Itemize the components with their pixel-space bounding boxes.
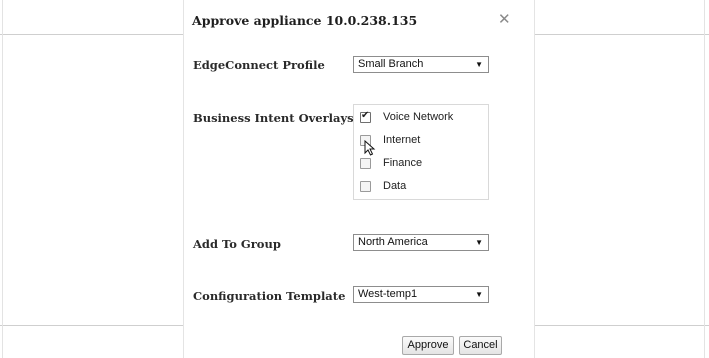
profile-label: EdgeConnect Profile bbox=[193, 58, 325, 72]
overlay-option-label: Finance bbox=[383, 157, 423, 169]
frame-right-edge bbox=[704, 0, 705, 358]
group-select[interactable]: North America ▼ bbox=[353, 234, 489, 251]
checkbox-icon[interactable] bbox=[360, 158, 371, 169]
template-select[interactable]: West-temp1 ▼ bbox=[353, 286, 489, 303]
overlays-label: Business Intent Overlays bbox=[193, 111, 354, 125]
profile-select[interactable]: Small Branch ▼ bbox=[353, 56, 489, 73]
group-label: Add To Group bbox=[193, 237, 281, 251]
overlay-option-voice-network[interactable]: Voice Network bbox=[360, 110, 488, 127]
overlay-option-label: Internet bbox=[383, 134, 421, 146]
checkbox-icon[interactable] bbox=[360, 181, 371, 192]
overlay-option-internet[interactable]: Internet bbox=[360, 134, 488, 150]
group-select-value: North America bbox=[358, 236, 428, 248]
overlay-option-finance[interactable]: Finance bbox=[360, 157, 488, 173]
dropdown-arrow-icon: ▼ bbox=[475, 290, 483, 299]
dropdown-arrow-icon: ▼ bbox=[475, 238, 483, 247]
overlay-option-data[interactable]: Data bbox=[360, 180, 488, 196]
overlay-option-label: Voice Network bbox=[383, 111, 454, 123]
dropdown-arrow-icon: ▼ bbox=[475, 60, 483, 69]
close-icon[interactable]: ✕ bbox=[498, 12, 511, 27]
mouse-pointer-icon bbox=[364, 140, 376, 156]
template-label: Configuration Template bbox=[193, 289, 346, 303]
profile-select-value: Small Branch bbox=[358, 58, 424, 70]
cancel-button[interactable]: Cancel bbox=[459, 336, 502, 355]
dialog-title: Approve appliance 10.0.238.135 bbox=[192, 13, 418, 28]
frame-left-edge bbox=[2, 0, 3, 358]
template-select-value: West-temp1 bbox=[358, 288, 418, 300]
overlay-option-label: Data bbox=[383, 180, 407, 192]
approve-button[interactable]: Approve bbox=[402, 336, 454, 355]
checkbox-checked-icon[interactable] bbox=[360, 110, 371, 123]
